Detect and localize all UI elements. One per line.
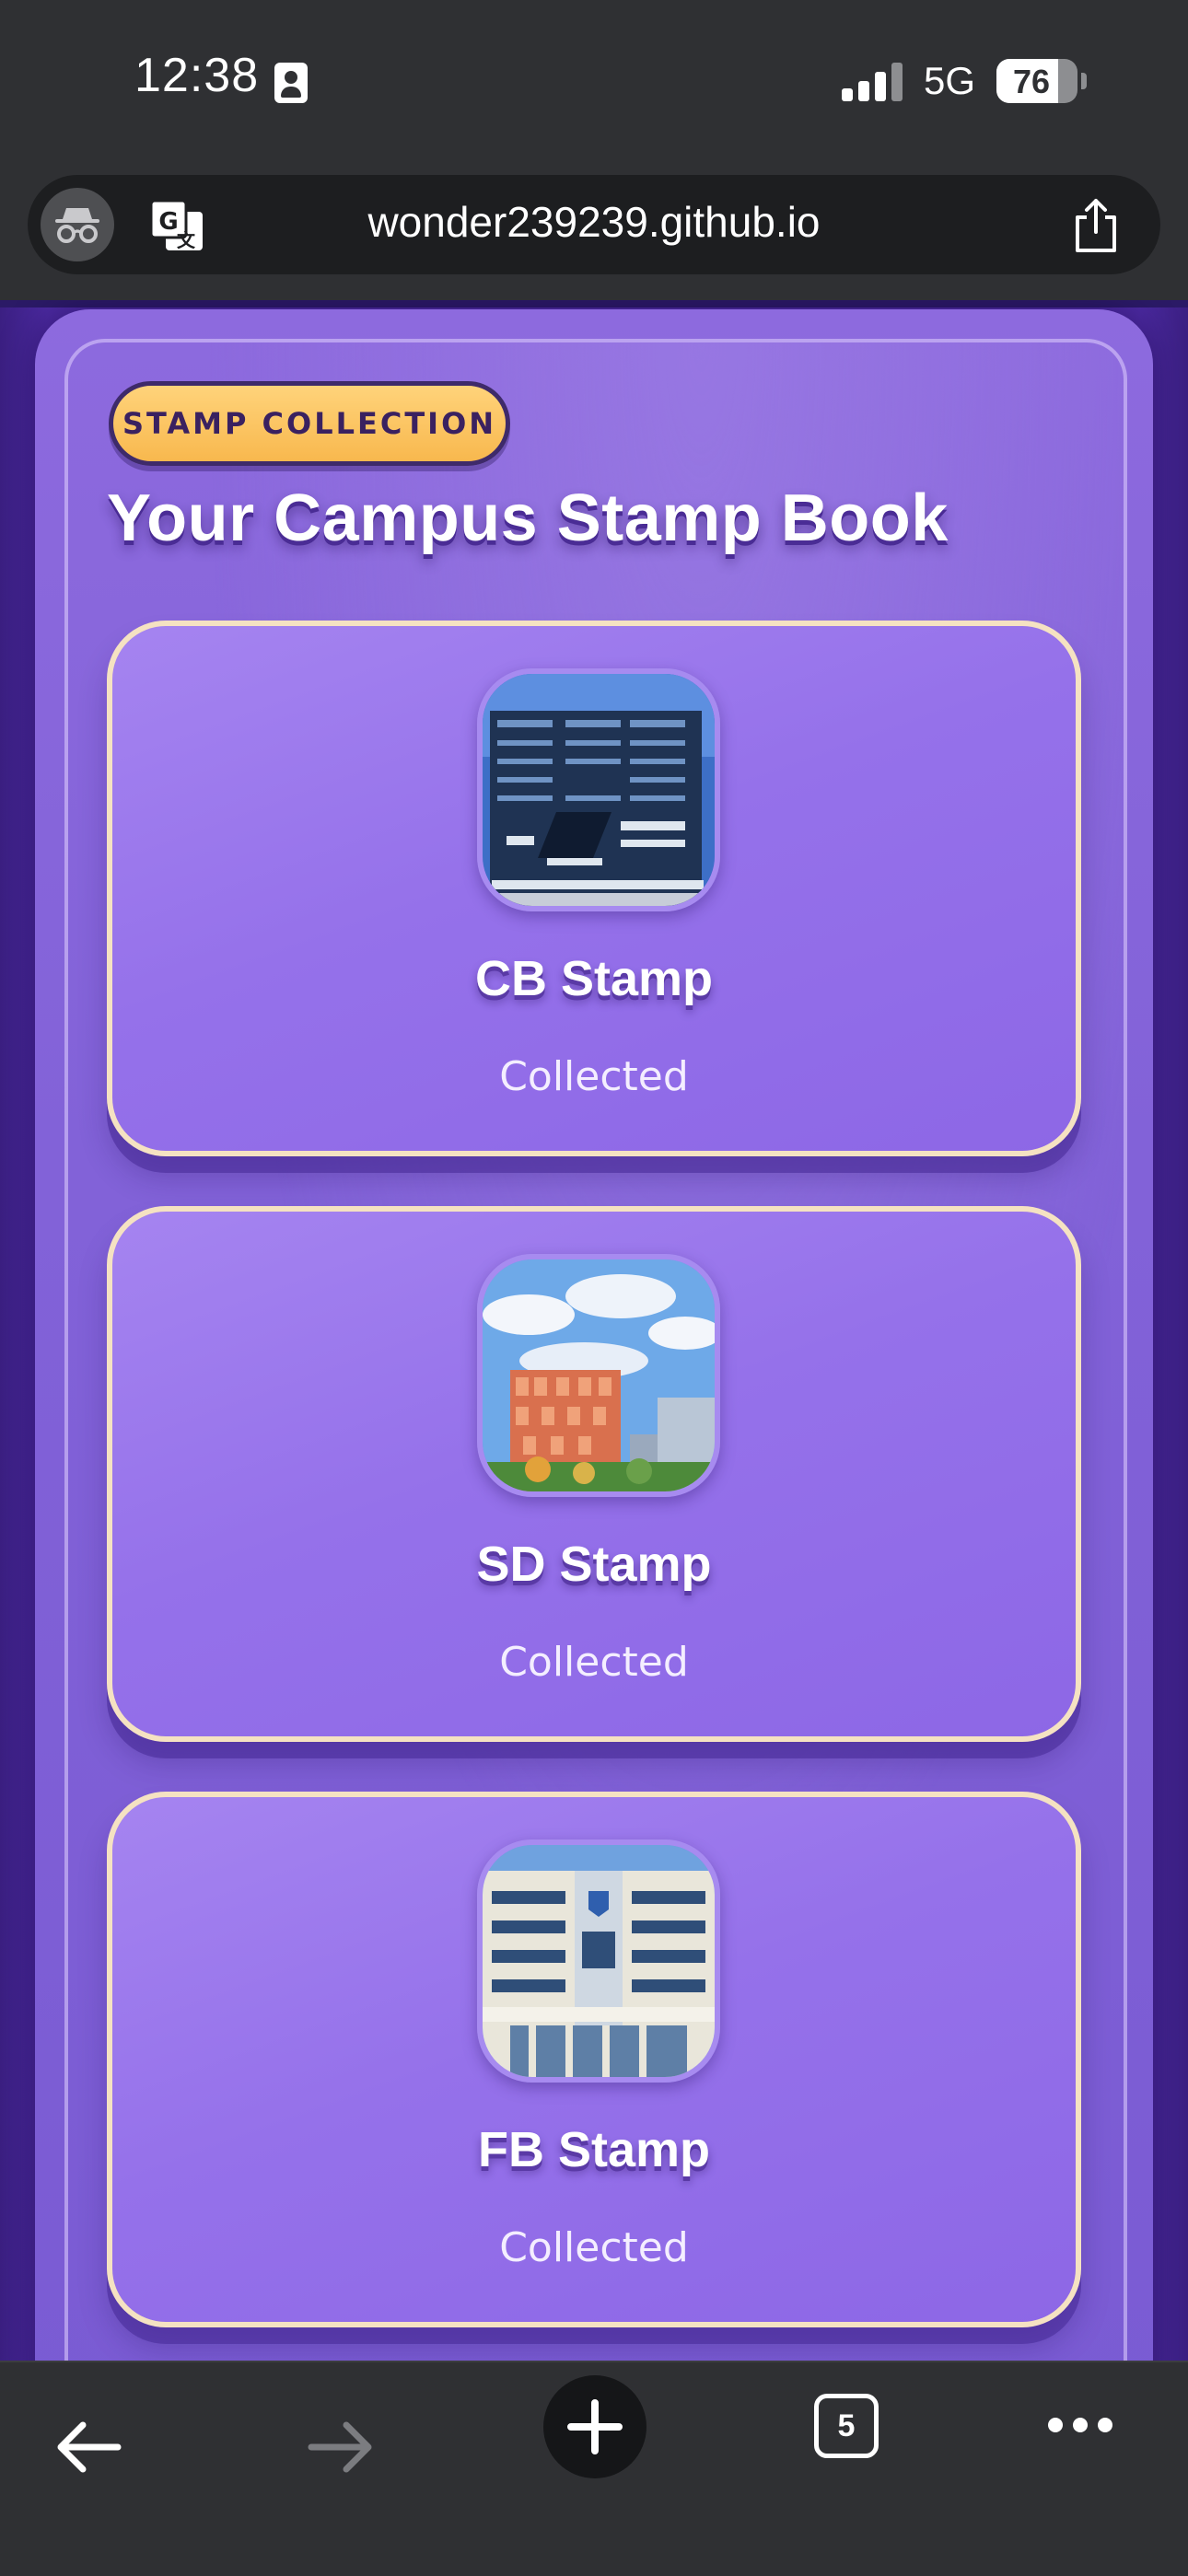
share-icon[interactable] xyxy=(1070,197,1122,254)
page-title: Your Campus Stamp Book xyxy=(107,482,949,555)
stamp-card-fb[interactable]: FB Stamp Collected xyxy=(107,1792,1081,2327)
battery-nub xyxy=(1081,73,1087,89)
status-bar: 12:38 5G 76 xyxy=(0,0,1188,166)
address-bar[interactable]: G 文 wonder239239.github.io xyxy=(28,175,1160,274)
more-icon[interactable] xyxy=(1046,2414,1114,2436)
sd-building-photo xyxy=(477,1254,720,1497)
signal-icon xyxy=(842,63,903,101)
stamp-status: Collected xyxy=(499,1639,689,1686)
forward-arrow-icon[interactable] xyxy=(304,2414,378,2480)
back-arrow-icon[interactable] xyxy=(52,2414,125,2480)
battery-level: 76 xyxy=(1012,63,1051,100)
browser-toolbar: 5 xyxy=(0,2361,1188,2576)
url-text[interactable]: wonder239239.github.io xyxy=(28,197,1160,247)
status-time: 12:38 xyxy=(134,49,260,102)
stamp-card-sd[interactable]: SD Stamp Collected xyxy=(107,1206,1081,1742)
cb-building-photo xyxy=(477,668,720,911)
stamp-collection-badge: STAMP COLLECTION xyxy=(109,381,510,466)
page-viewport[interactable]: STAMP COLLECTION Your Campus Stamp Book xyxy=(0,300,1188,2361)
stamp-name: FB Stamp xyxy=(477,2122,711,2177)
new-tab-button[interactable] xyxy=(543,2375,646,2478)
stamp-name: SD Stamp xyxy=(476,1537,712,1592)
fb-building-photo xyxy=(477,1839,720,2083)
stamp-name: CB Stamp xyxy=(474,951,714,1006)
tabs-icon[interactable]: 5 xyxy=(814,2394,879,2458)
page-top-edge xyxy=(0,300,1188,307)
battery-icon: 76 xyxy=(996,59,1077,103)
stamp-status: Collected xyxy=(499,1053,689,1100)
plus-icon xyxy=(567,2399,623,2454)
contact-card-icon xyxy=(274,63,308,103)
network-type: 5G xyxy=(924,59,976,102)
stamp-card-cb[interactable]: CB Stamp Collected xyxy=(107,621,1081,1156)
stamp-status: Collected xyxy=(499,2224,689,2271)
